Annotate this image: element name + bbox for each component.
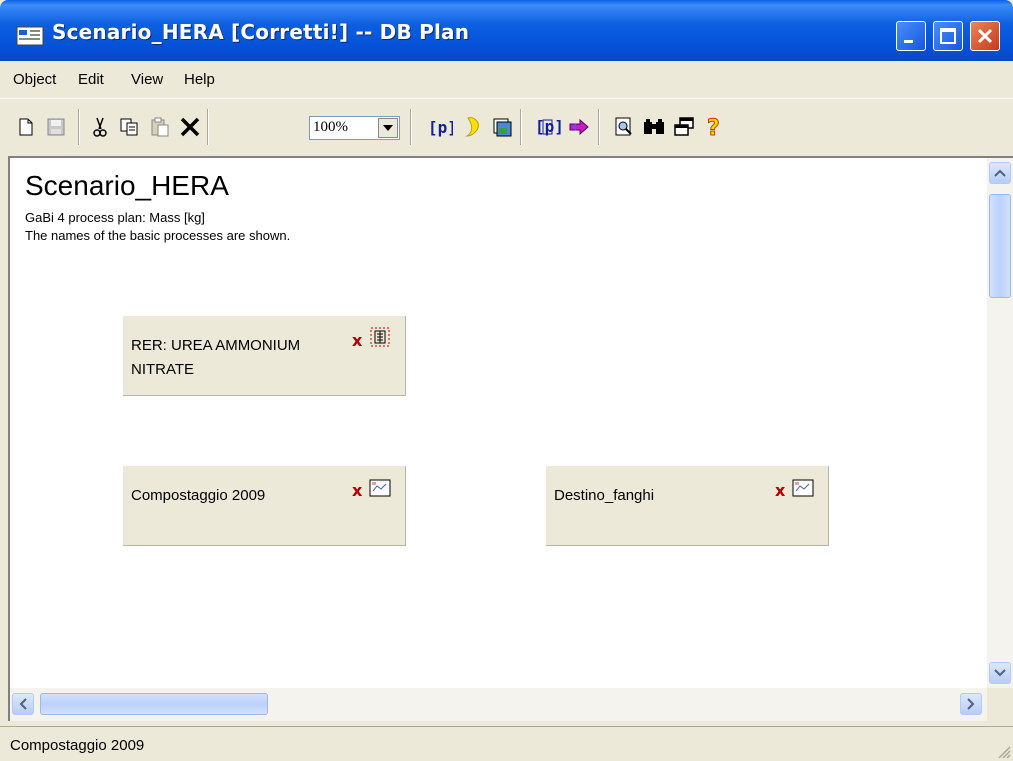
save-icon [47, 118, 65, 136]
scroll-down-button[interactable] [989, 662, 1011, 684]
arrows-button[interactable] [566, 113, 594, 141]
chevron-down-icon [383, 125, 393, 131]
plan-icon [369, 479, 391, 497]
process-label: Compostaggio 2009 [131, 487, 266, 504]
copy-button[interactable] [116, 113, 144, 141]
chevron-left-icon [19, 698, 27, 710]
image-icon [493, 118, 512, 137]
windows-icon [674, 117, 694, 136]
plan-title: Scenario_HERA [25, 170, 229, 201]
app-icon [16, 26, 44, 46]
maximize-icon [940, 28, 956, 44]
plan-canvas[interactable]: Scenario_HERA GaBi 4 process plan: Mass … [10, 158, 987, 688]
process-marker: x [352, 331, 363, 350]
light-bulb-icon [465, 117, 479, 137]
image-button[interactable] [488, 113, 516, 141]
plan-icon [792, 479, 814, 497]
help-icon: ? [707, 116, 721, 140]
process-box[interactable]: RER: UREA AMMONIUM NITRATE x [123, 316, 406, 396]
chevron-down-icon [994, 669, 1006, 677]
menu-edit[interactable]: Edit [78, 71, 104, 88]
process-icon: [p] [428, 118, 453, 137]
paste-button[interactable] [146, 113, 174, 141]
process-label: Destino_fanghi [554, 487, 655, 504]
cut-button[interactable] [86, 113, 114, 141]
resize-grip-icon[interactable] [995, 743, 1011, 759]
title-bar[interactable]: Scenario_HERA [Corretti!] -- DB Plan [0, 0, 1013, 61]
find-binoculars-icon [644, 119, 664, 134]
status-bar: Compostaggio 2009 [0, 726, 1013, 761]
vertical-scrollbar[interactable] [987, 158, 1013, 688]
scrollbar-corner [987, 688, 1013, 721]
toolbar-separator [520, 109, 522, 145]
window-title: Scenario_HERA [Corretti!] -- DB Plan [52, 20, 470, 44]
aggregated-process-icon [370, 327, 390, 347]
menu-help[interactable]: Help [184, 71, 215, 88]
toolbar-separator [410, 109, 412, 145]
chevron-right-icon [967, 698, 975, 710]
minimize-icon [904, 40, 913, 43]
cut-icon [93, 117, 107, 137]
menu-bar: Object Edit View Help [0, 61, 1013, 98]
process-box[interactable]: Compostaggio 2009 x [123, 466, 406, 546]
process-label: RER: UREA AMMONIUM NITRATE [131, 337, 301, 378]
process-parameters-button[interactable]: [p] [534, 113, 562, 141]
close-button[interactable] [970, 21, 1000, 51]
toolbar-separator [78, 109, 80, 145]
app-window: Scenario_HERA [Corretti!] -- DB Plan Obj… [0, 0, 1013, 761]
svg-text:?: ? [707, 116, 720, 139]
process-parameters-icon: [p] [535, 117, 562, 136]
process-marker: x [775, 481, 786, 500]
new-document-icon [19, 118, 33, 136]
preview-button[interactable] [610, 113, 638, 141]
chevron-up-icon [994, 169, 1006, 177]
new-button[interactable] [12, 113, 40, 141]
find-button[interactable] [640, 113, 668, 141]
toolbar-separator [598, 109, 600, 145]
close-icon [977, 28, 993, 44]
delete-button[interactable] [176, 113, 204, 141]
save-button[interactable] [42, 113, 70, 141]
plan-note: The names of the basic processes are sho… [25, 228, 291, 243]
scroll-up-button[interactable] [989, 162, 1011, 184]
windows-button[interactable] [670, 113, 698, 141]
horizontal-scroll-thumb[interactable] [40, 693, 268, 715]
paste-icon [151, 117, 169, 137]
plan-subtitle: GaBi 4 process plan: Mass [kg] [25, 210, 205, 225]
zoom-select[interactable]: 100% [309, 116, 400, 140]
status-text: Compostaggio 2009 [10, 737, 145, 754]
zoom-dropdown-button[interactable] [378, 118, 398, 138]
scroll-right-button[interactable] [960, 693, 982, 715]
menu-object[interactable]: Object [13, 71, 56, 88]
toolbar-separator [207, 109, 209, 145]
process-marker: x [352, 481, 363, 500]
copy-icon [120, 118, 138, 136]
scroll-left-button[interactable] [12, 693, 34, 715]
delete-icon [180, 117, 200, 137]
help-button[interactable]: ? [700, 113, 728, 141]
arrows-icon [569, 118, 589, 136]
horizontal-scrollbar[interactable] [10, 688, 987, 721]
vertical-scroll-thumb[interactable] [989, 194, 1011, 298]
zoom-value: 100% [313, 119, 348, 135]
preview-icon [615, 117, 632, 136]
maximize-button[interactable] [933, 21, 963, 51]
process-button[interactable]: [p] [426, 113, 454, 141]
minimize-button[interactable] [896, 21, 926, 51]
light-bulb-button[interactable] [458, 113, 486, 141]
toolbar: 100% [p] [p] [0, 98, 1013, 156]
svg-text:[p]: [p] [428, 118, 453, 137]
menu-view[interactable]: View [131, 71, 163, 88]
process-box[interactable]: Destino_fanghi x [546, 466, 829, 546]
